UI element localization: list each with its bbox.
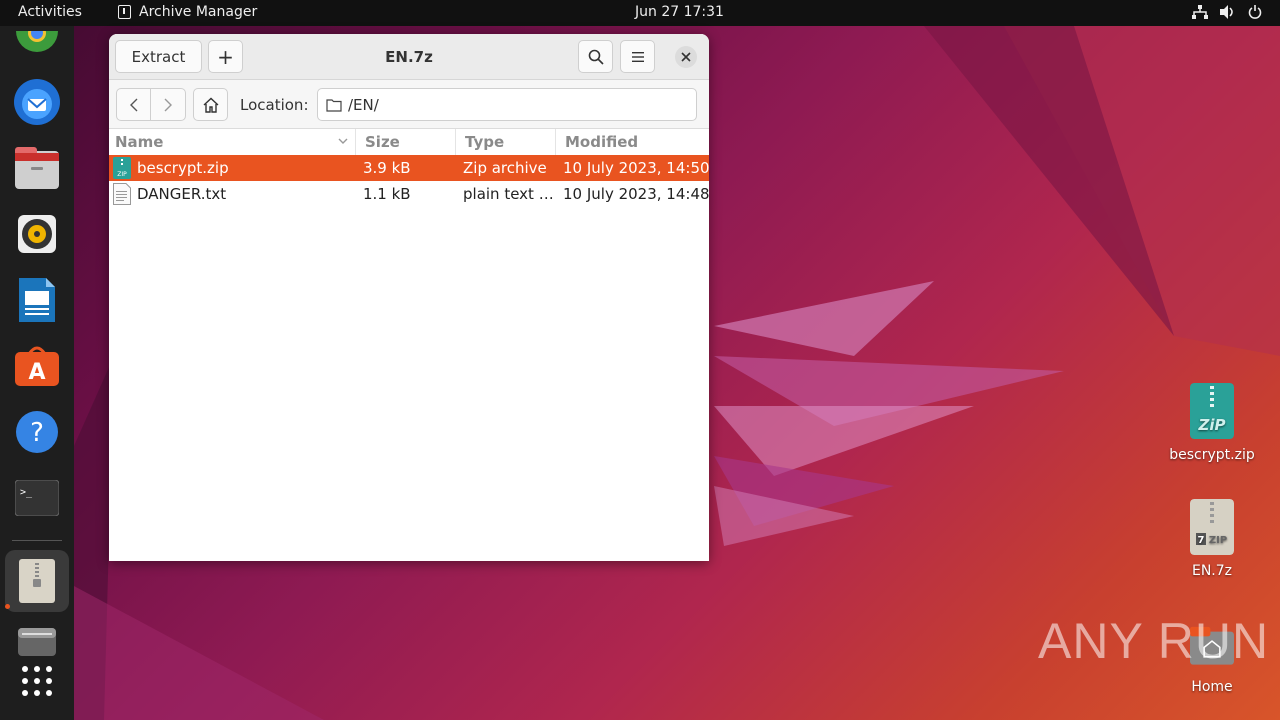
thunderbird-icon[interactable] — [11, 76, 63, 128]
volume-icon — [1220, 5, 1233, 19]
desktop-icon-en-7z[interactable]: 7 ZIP EN.7z — [1162, 499, 1262, 579]
column-type[interactable]: Type — [465, 133, 504, 151]
rhythmbox-icon[interactable] — [11, 208, 63, 260]
svg-text:7: 7 — [1198, 535, 1205, 546]
file-type: plain text … — [463, 185, 554, 203]
chrome-icon[interactable] — [11, 20, 63, 72]
menu-button[interactable] — [620, 40, 655, 73]
desktop-icon-bescrypt-zip[interactable]: ZiP bescrypt.zip — [1162, 383, 1262, 463]
svg-text:ZIP: ZIP — [1209, 535, 1227, 546]
files-icon[interactable] — [11, 142, 63, 194]
file-row-danger-txt[interactable]: DANGER.txt 1.1 kB plain text … 10 July 2… — [109, 181, 709, 207]
search-button[interactable] — [578, 40, 613, 73]
terminal-icon[interactable]: >_ — [11, 472, 63, 524]
system-menu[interactable] — [1192, 5, 1262, 19]
column-separator — [455, 129, 456, 155]
desktop-icon-label: bescrypt.zip — [1169, 447, 1255, 463]
sort-chevron-down-icon — [338, 138, 348, 144]
close-icon — [681, 52, 691, 62]
home-button[interactable] — [193, 88, 228, 121]
window-title: EN.7z — [385, 48, 433, 66]
column-name[interactable]: Name — [115, 133, 163, 151]
column-separator — [555, 129, 556, 155]
svg-text:>_: >_ — [20, 487, 33, 498]
dock-separator — [12, 540, 62, 541]
zip-file-icon: ZiP — [1190, 383, 1234, 439]
top-bar: Activities Archive Manager Jun 27 17:31 — [0, 0, 1280, 26]
file-size: 3.9 kB — [363, 159, 411, 177]
location-field[interactable]: /EN/ — [317, 88, 697, 121]
back-button[interactable] — [116, 88, 151, 121]
file-name: bescrypt.zip — [137, 159, 229, 177]
desktop-icon-label: EN.7z — [1191, 563, 1233, 579]
writer-icon[interactable] — [11, 274, 63, 326]
column-separator — [355, 129, 356, 155]
help-icon[interactable]: ? — [11, 406, 63, 458]
desktop-icon-label: Home — [1191, 679, 1233, 695]
file-modified: 10 July 2023, 14:50 — [563, 159, 709, 177]
power-icon — [1248, 5, 1262, 19]
app-center-icon[interactable]: A — [11, 340, 63, 392]
header-bar: Extract + EN.7z — [109, 34, 709, 80]
forward-button[interactable] — [150, 88, 186, 121]
column-header: Name Size Type Modified — [109, 129, 709, 155]
app-name: Archive Manager — [139, 4, 258, 20]
column-size[interactable]: Size — [365, 133, 400, 151]
zip-file-icon: ZIP — [113, 157, 131, 179]
svg-text:ZiP: ZiP — [1197, 416, 1225, 434]
running-indicator — [5, 604, 10, 609]
svg-text:?: ? — [30, 418, 44, 448]
file-size: 1.1 kB — [363, 185, 411, 203]
file-type: Zip archive — [463, 159, 547, 177]
archive-manager-icon[interactable] — [5, 550, 69, 612]
column-modified[interactable]: Modified — [565, 133, 638, 151]
activities-button[interactable]: Activities — [18, 4, 82, 20]
file-row-bescrypt-zip[interactable]: ZIP bescrypt.zip 3.9 kB Zip archive 10 J… — [109, 155, 709, 181]
svg-text:A: A — [28, 360, 45, 385]
location-bar: Location: /EN/ — [109, 80, 709, 129]
close-button[interactable] — [675, 46, 697, 68]
archive-manager-window: Extract + EN.7z Location: /EN/ Name Size… — [109, 34, 709, 561]
app-menu[interactable]: Archive Manager — [118, 4, 257, 20]
svg-text:ZIP: ZIP — [117, 171, 127, 178]
clock[interactable]: Jun 27 17:31 — [635, 4, 724, 20]
search-icon — [588, 49, 604, 65]
text-file-icon — [113, 183, 131, 205]
home-icon — [203, 97, 218, 113]
anyrun-watermark: ANY RUN — [1038, 613, 1270, 669]
file-name: DANGER.txt — [137, 185, 227, 203]
7zip-file-icon: 7 ZIP — [1190, 499, 1234, 555]
network-icon — [1192, 5, 1208, 19]
show-apps-icon[interactable] — [11, 655, 63, 707]
location-value: /EN/ — [348, 95, 379, 114]
folder-icon — [326, 98, 342, 112]
file-modified: 10 July 2023, 14:48 — [563, 185, 709, 203]
location-label: Location: — [240, 96, 309, 114]
chevron-right-icon — [164, 98, 172, 111]
chevron-left-icon — [129, 98, 137, 111]
hamburger-icon — [631, 51, 644, 62]
archive-manager-icon — [118, 5, 131, 19]
dock: A ? >_ — [0, 26, 74, 720]
